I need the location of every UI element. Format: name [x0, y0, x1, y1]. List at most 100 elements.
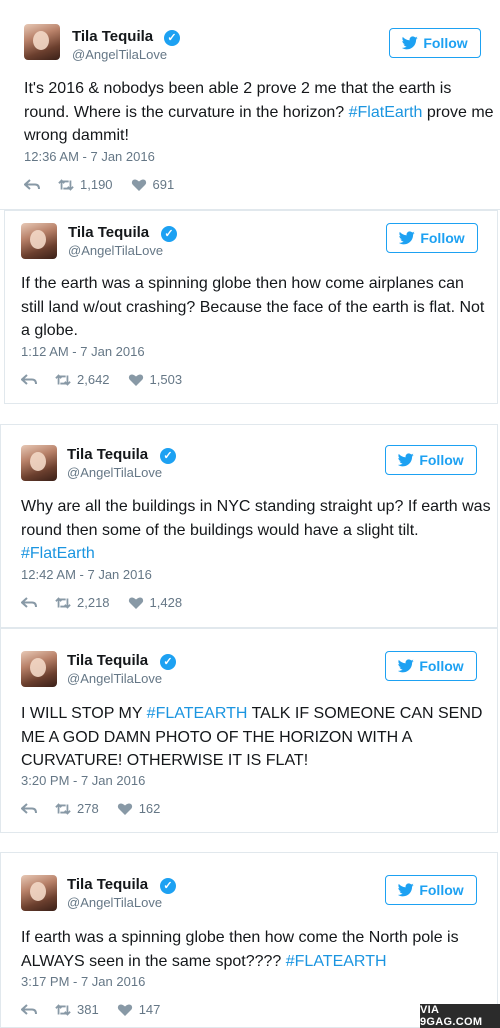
follow-label: Follow: [419, 882, 464, 898]
tweet-text: If earth was a spinning globe then how c…: [21, 929, 459, 970]
display-name[interactable]: Tila Tequila: [67, 876, 148, 893]
retweet-button[interactable]: 381: [55, 1002, 99, 1017]
timestamp[interactable]: 3:20 PM - 7 Jan 2016: [21, 773, 145, 788]
like-button[interactable]: 147: [117, 1002, 161, 1017]
retweet-button[interactable]: 2,218: [55, 595, 110, 610]
user-handle[interactable]: @AngelTilaLove: [68, 243, 163, 258]
heart-icon: [117, 802, 132, 815]
hashtag-link[interactable]: #FLATEARTH: [286, 953, 387, 970]
like-button[interactable]: 1,428: [128, 595, 183, 610]
reply-icon: [21, 1003, 37, 1015]
hashtag-link[interactable]: #FLATEARTH: [147, 705, 248, 722]
verified-badge-icon: ✓: [160, 878, 176, 894]
follow-label: Follow: [423, 35, 468, 51]
timestamp[interactable]: 12:36 AM - 7 Jan 2016: [24, 149, 155, 164]
tweet-card: Tila Tequila ✓ @AngelTilaLove Follow It'…: [0, 0, 500, 210]
heart-icon: [117, 1003, 132, 1016]
hashtag-link[interactable]: #FlatEarth: [21, 545, 95, 562]
user-handle[interactable]: @AngelTilaLove: [72, 47, 167, 62]
heart-icon: [131, 178, 146, 191]
tweet-actions: 278 162: [21, 801, 178, 816]
display-name[interactable]: Tila Tequila: [72, 28, 153, 45]
reply-icon: [24, 178, 40, 190]
retweet-count: 278: [77, 801, 99, 816]
like-button[interactable]: 691: [131, 177, 175, 192]
avatar[interactable]: [21, 223, 57, 259]
hashtag-link[interactable]: #FlatEarth: [349, 104, 423, 121]
user-handle[interactable]: @AngelTilaLove: [67, 465, 162, 480]
retweet-button[interactable]: 278: [55, 801, 99, 816]
like-count: 1,503: [149, 372, 183, 387]
retweet-count: 1,190: [80, 177, 113, 192]
tweet-text: It's 2016 & nobodys been able 2 prove 2 …: [24, 80, 494, 144]
verified-badge-icon: ✓: [161, 226, 177, 242]
bird-icon: [398, 453, 415, 467]
retweet-icon: [55, 802, 71, 815]
reply-button[interactable]: [21, 802, 37, 816]
like-count: 162: [138, 801, 161, 816]
tweet-actions: 2,642 1,503: [21, 372, 200, 387]
reply-icon: [21, 802, 37, 814]
bird-icon: [402, 36, 419, 50]
reply-icon: [21, 373, 37, 385]
follow-label: Follow: [419, 452, 464, 468]
retweet-button[interactable]: 1,190: [58, 177, 113, 192]
user-handle[interactable]: @AngelTilaLove: [67, 671, 162, 686]
avatar[interactable]: [24, 24, 60, 60]
reply-button[interactable]: [21, 1003, 37, 1017]
display-name[interactable]: Tila Tequila: [68, 224, 149, 241]
follow-button[interactable]: Follow: [389, 28, 481, 58]
retweet-count: 2,642: [77, 372, 110, 387]
avatar[interactable]: [21, 875, 57, 911]
avatar[interactable]: [21, 445, 57, 481]
timestamp[interactable]: 3:17 PM - 7 Jan 2016: [21, 974, 145, 989]
follow-button[interactable]: Follow: [385, 875, 477, 905]
tweet-card: Tila Tequila ✓ @AngelTilaLove Follow Why…: [0, 424, 498, 628]
watermark: VIA 9GAG.COM: [420, 1004, 500, 1028]
like-count: 1,428: [149, 595, 183, 610]
tweet-actions: 2,218 1,428: [21, 595, 200, 610]
retweet-icon: [55, 1003, 71, 1016]
retweet-count: 381: [77, 1002, 99, 1017]
verified-badge-icon: ✓: [164, 30, 180, 46]
avatar[interactable]: [21, 651, 57, 687]
heart-icon: [128, 596, 143, 609]
follow-button[interactable]: Follow: [386, 223, 478, 253]
like-button[interactable]: 1,503: [128, 372, 183, 387]
display-name[interactable]: Tila Tequila: [67, 652, 148, 669]
timestamp[interactable]: 12:42 AM - 7 Jan 2016: [21, 567, 152, 582]
follow-label: Follow: [420, 230, 465, 246]
reply-button[interactable]: [21, 373, 37, 387]
bird-icon: [398, 883, 415, 897]
tweet-card: Tila Tequila ✓ @AngelTilaLove Follow I W…: [0, 628, 498, 833]
display-name[interactable]: Tila Tequila: [67, 446, 148, 463]
tweet-text: I WILL STOP MY #FLATEARTH TALK IF SOMEON…: [21, 705, 483, 769]
retweet-count: 2,218: [77, 595, 110, 610]
like-count: 147: [138, 1002, 161, 1017]
tweet-card: Tila Tequila ✓ @AngelTilaLove Follow If …: [4, 210, 498, 404]
verified-badge-icon: ✓: [160, 448, 176, 464]
bird-icon: [399, 231, 416, 245]
tweet-card: Tila Tequila ✓ @AngelTilaLove Follow If …: [0, 852, 498, 1028]
follow-button[interactable]: Follow: [385, 651, 477, 681]
tweet-actions: 1,190 691: [24, 177, 192, 192]
bird-icon: [398, 659, 415, 673]
tweet-text: If the earth was a spinning globe then h…: [21, 275, 485, 339]
verified-badge-icon: ✓: [160, 654, 176, 670]
follow-button[interactable]: Follow: [385, 445, 477, 475]
reply-icon: [21, 596, 37, 608]
retweet-icon: [58, 178, 74, 191]
retweet-icon: [55, 373, 71, 386]
reply-button[interactable]: [21, 596, 37, 610]
tweet-actions: 381 147: [21, 1002, 178, 1017]
reply-button[interactable]: [24, 178, 40, 192]
timestamp[interactable]: 1:12 AM - 7 Jan 2016: [21, 344, 145, 359]
user-handle[interactable]: @AngelTilaLove: [67, 895, 162, 910]
retweet-button[interactable]: 2,642: [55, 372, 110, 387]
heart-icon: [128, 373, 143, 386]
follow-label: Follow: [419, 658, 464, 674]
tweet-text: Why are all the buildings in NYC standin…: [21, 498, 491, 562]
like-count: 691: [152, 177, 175, 192]
like-button[interactable]: 162: [117, 801, 161, 816]
retweet-icon: [55, 596, 71, 609]
